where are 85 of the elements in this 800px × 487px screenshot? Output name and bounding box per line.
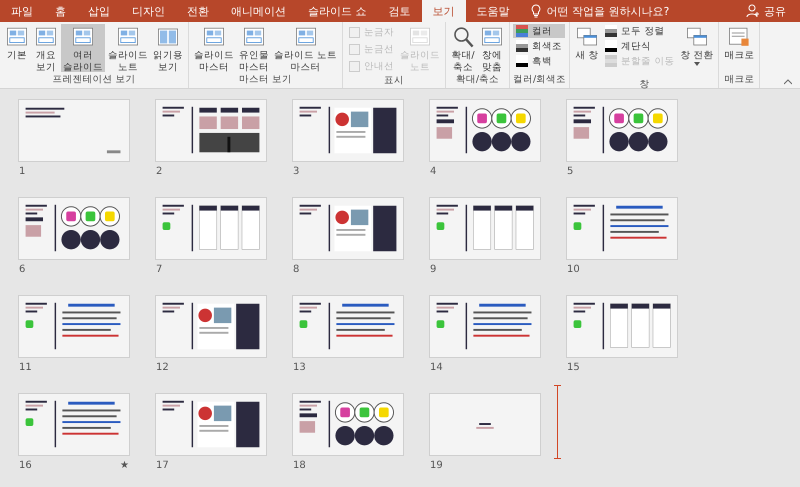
caret-icon xyxy=(694,62,700,66)
slide-number: 2 xyxy=(156,166,162,179)
group-label: 컬러/회색조 xyxy=(513,73,566,87)
slide-number: 8 xyxy=(293,264,300,277)
slide-number: 6 xyxy=(19,264,26,277)
ribbon-button[interactable]: 슬라이드 노트 xyxy=(106,24,150,72)
swatch-icon xyxy=(516,25,528,37)
slide-thumbnail[interactable] xyxy=(18,295,130,358)
slide-number: 15 xyxy=(567,362,580,375)
ribbon-tab[interactable]: 디자인 xyxy=(121,0,176,22)
slide-number: 9 xyxy=(430,264,436,277)
ribbon-button[interactable]: 매크로 xyxy=(722,24,756,72)
slide-number: 3 xyxy=(293,166,300,179)
slide-number: 19 xyxy=(430,460,443,473)
ribbon-button[interactable]: 새 창 xyxy=(573,24,602,72)
ribbon-button[interactable]: 슬라이드 노트 마스터 xyxy=(272,24,340,72)
ribbon-button[interactable]: 창에 맞춤 xyxy=(478,24,506,72)
ribbon-tab[interactable]: 파일 xyxy=(0,0,44,22)
slide-thumbnail[interactable] xyxy=(429,99,541,162)
search-icon xyxy=(451,25,476,49)
slide-number: 14 xyxy=(430,362,443,375)
ribbon-button[interactable]: 확대/ 축소 xyxy=(449,24,478,72)
animation-marker: ★ xyxy=(120,460,129,473)
slide-thumbnail[interactable] xyxy=(292,393,404,456)
collapse-icon[interactable] xyxy=(784,79,792,85)
slide-number: 1 xyxy=(19,166,26,179)
slide-thumbnail[interactable] xyxy=(292,295,404,358)
slide-thumbnail[interactable] xyxy=(155,99,267,162)
ribbon-tab[interactable]: 애니메이션 xyxy=(220,0,297,22)
ribbon-button[interactable]: 개요 보기 xyxy=(32,24,60,72)
ribbon-button[interactable]: 흑백 xyxy=(513,54,566,68)
slide-number: 12 xyxy=(156,362,169,375)
slide-number: 17 xyxy=(156,460,169,473)
swatch-icon xyxy=(516,40,528,52)
slide-thumbnail[interactable] xyxy=(292,99,404,162)
group-label: 확대/축소 xyxy=(454,73,500,87)
ribbon-button[interactable]: 여러 슬라이드 xyxy=(61,24,105,72)
slide-thumbnail[interactable] xyxy=(429,197,541,260)
slide-number: 10 xyxy=(567,264,580,277)
ribbon-button[interactable]: 유인물 마스터 xyxy=(237,24,271,72)
slide-thumbnail[interactable] xyxy=(566,99,678,162)
slide-thumbnail[interactable] xyxy=(18,197,130,260)
ribbon-button[interactable]: 회색조 xyxy=(513,39,566,53)
slide-number: 18 xyxy=(293,460,306,473)
ribbon-button[interactable]: 슬라이드 마스터 xyxy=(192,24,236,72)
slide-number: 4 xyxy=(430,166,436,179)
slide-number: 5 xyxy=(567,166,574,179)
group-label: 프레젠테이션 보기 xyxy=(51,73,137,87)
slide-thumbnail[interactable] xyxy=(18,99,130,162)
search-field[interactable]: 어떤 작업을 원하시나요? xyxy=(546,4,726,18)
slide-number: 13 xyxy=(293,362,306,375)
slide-thumbnail[interactable] xyxy=(155,295,267,358)
macro-icon xyxy=(727,25,752,49)
ribbon-button[interactable]: 모두 정렬 xyxy=(602,24,678,38)
group-label: 표시 xyxy=(383,74,406,88)
slide-number: 7 xyxy=(156,264,162,277)
ribbon-tab[interactable]: 검토 xyxy=(378,0,422,22)
slide-thumbnail[interactable] xyxy=(18,393,130,456)
slide-thumbnail[interactable] xyxy=(155,197,267,260)
person-icon xyxy=(746,4,760,18)
slide-thumbnail[interactable] xyxy=(155,393,267,456)
ribbon-tab[interactable]: 도움말 xyxy=(466,0,520,22)
ribbon-button[interactable]: 컬러 xyxy=(513,24,566,38)
ribbon-tab[interactable]: 삽입 xyxy=(77,0,121,22)
slide-thumbnail[interactable] xyxy=(566,295,678,358)
group-label: 마스터 보기 xyxy=(238,73,294,87)
group-label: 매크로 xyxy=(723,73,756,87)
slide-number: 16 xyxy=(19,460,32,473)
slide-thumbnail[interactable] xyxy=(429,393,541,456)
slide-number: 11 xyxy=(19,362,32,375)
ribbon-tab[interactable]: 전환 xyxy=(176,0,220,22)
ribbon-tab[interactable]: 홈 xyxy=(44,0,77,22)
lightbulb-icon xyxy=(530,4,540,18)
slide-thumbnail[interactable] xyxy=(429,295,541,358)
slide-thumbnail[interactable] xyxy=(292,197,404,260)
ribbon-button[interactable]: 기본 xyxy=(3,24,31,72)
ribbon-tab[interactable]: 슬라이드 쇼 xyxy=(297,0,378,22)
slide-thumbnail[interactable] xyxy=(566,197,678,260)
ribbon-button[interactable]: 창 전환 xyxy=(678,24,716,78)
ribbon-button[interactable]: 읽기용 보기 xyxy=(151,24,185,72)
share-button[interactable]: 공유 xyxy=(746,0,786,22)
ribbon-tab[interactable]: 보기 xyxy=(422,0,466,22)
ribbon-button[interactable]: 계단식 xyxy=(602,39,678,53)
swatch-icon xyxy=(516,55,528,67)
group-label: 창 xyxy=(638,78,650,92)
